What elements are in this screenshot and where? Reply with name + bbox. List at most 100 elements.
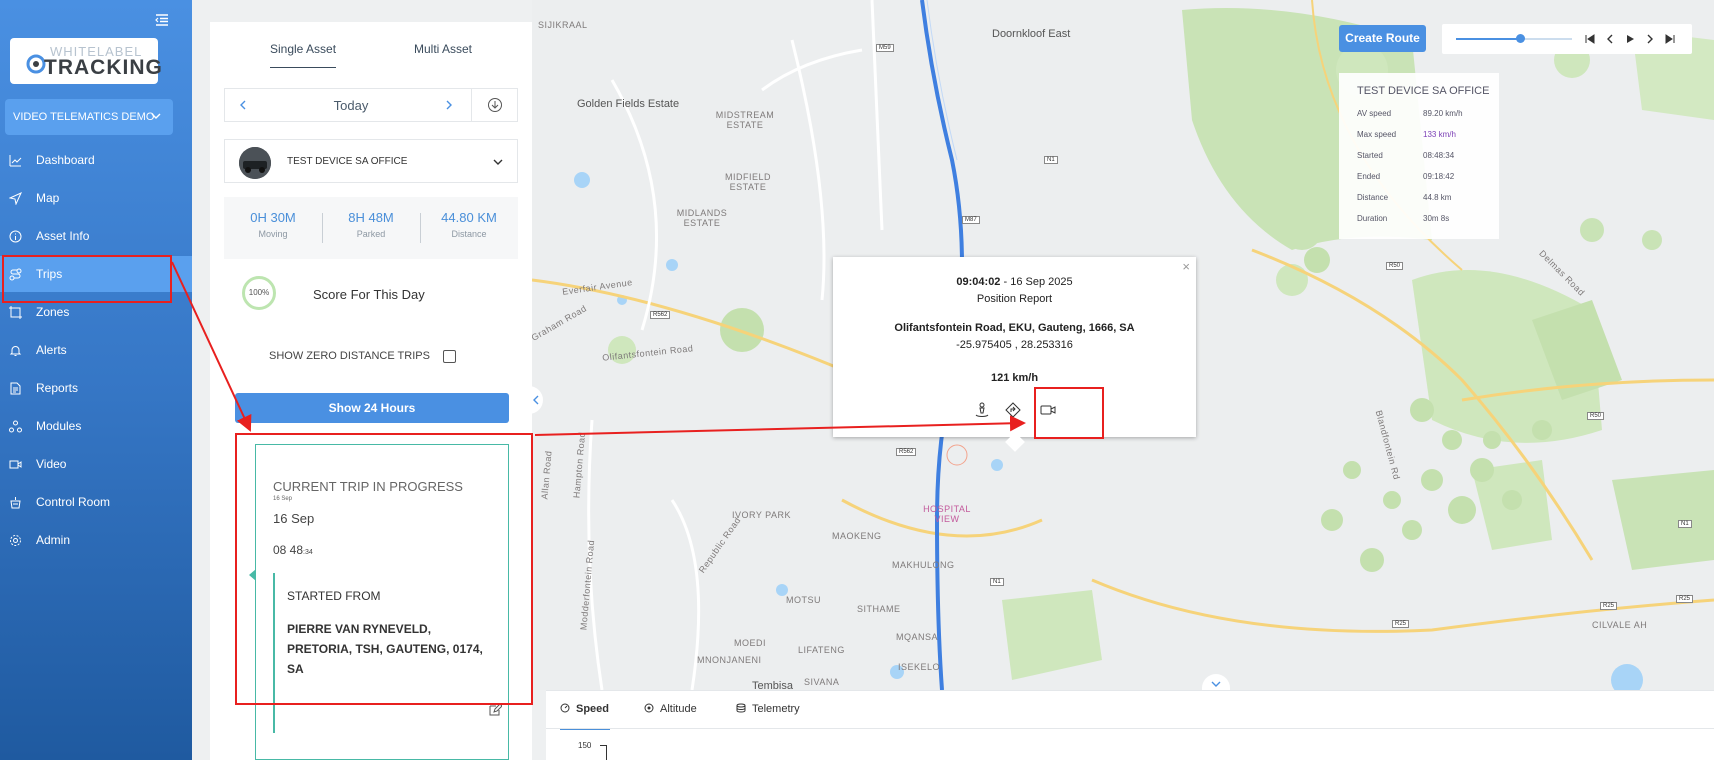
popup-coords: -25.975405 , 28.253316: [956, 339, 1073, 351]
map-label: MAKHULONG: [892, 560, 955, 570]
video-icon: [9, 460, 22, 469]
chevron-right-icon[interactable]: [443, 99, 455, 111]
map-label: MIDSTREAM ESTATE: [715, 110, 775, 130]
playback-slider-handle[interactable]: [1515, 34, 1525, 43]
map-icon: [9, 192, 22, 205]
stat-parked: 8H 48M Parked: [348, 210, 394, 239]
tab-telemetry[interactable]: Telemetry: [736, 703, 800, 715]
download-button[interactable]: [471, 89, 518, 121]
modules-icon: [9, 420, 22, 433]
chart-panel: Speed Altitude Telemetry 150: [546, 690, 1714, 760]
day-stats: 0H 30M Moving 8H 48M Parked 44.80 KM Distan…: [224, 197, 518, 259]
account-selector[interactable]: VIDEO TELEMATICS DEMO: [5, 99, 173, 135]
sidebar-item-admin[interactable]: Admin: [0, 522, 192, 558]
sidebar-item-label: Zones: [36, 305, 70, 319]
map-label: SIJIKRAAL: [538, 20, 588, 30]
sidebar-item-label: Dashboard: [36, 153, 95, 167]
bell-icon: [9, 346, 22, 356]
tab-altitude[interactable]: Altitude: [644, 703, 697, 715]
sidebar-item-video[interactable]: Video: [0, 446, 192, 482]
close-icon[interactable]: ×: [1182, 259, 1190, 274]
date-label[interactable]: Today: [225, 98, 477, 113]
map-label: ISEKELO: [898, 662, 941, 672]
sidebar-item-modules[interactable]: Modules: [0, 408, 192, 444]
logo-line2: TRACKING: [44, 56, 163, 79]
sidebar-item-map[interactable]: Map: [0, 180, 192, 216]
map-label: SITHAME: [857, 604, 901, 614]
y-axis: [606, 745, 607, 760]
trip-summary-card: TEST DEVICE SA OFFICE AV speed 89.20 km/h…: [1339, 73, 1499, 239]
stat-moving: 0H 30M Moving: [250, 210, 296, 239]
road-shield: N1: [1044, 156, 1058, 164]
directions-icon[interactable]: [1005, 402, 1021, 418]
speedometer-icon: [560, 703, 570, 713]
score-label: Score For This Day: [313, 287, 425, 302]
date-selector: Today: [224, 88, 518, 122]
show-24-hours-button[interactable]: Show 24 Hours: [235, 393, 509, 423]
zones-icon: [9, 306, 22, 319]
step-back-icon[interactable]: [1604, 33, 1616, 45]
map-label: CILVALE AH: [1592, 620, 1648, 630]
map-label: MQANSA: [896, 632, 939, 642]
road-shield: M87: [962, 216, 980, 224]
dashboard-icon: [9, 155, 22, 167]
sidebar-item-asset-info[interactable]: Asset Info: [0, 218, 192, 254]
playback-progress: [1456, 38, 1520, 40]
sidebar-item-label: Reports: [36, 381, 79, 395]
sidebar-item-label: Asset Info: [36, 229, 90, 243]
tab-single-asset[interactable]: Single Asset: [270, 42, 336, 56]
position-popup: × 09:04:02 - 16 Sep 2025 Position Report…: [833, 257, 1196, 452]
edit-icon[interactable]: [488, 703, 502, 717]
device-name: TEST DEVICE SA OFFICE: [287, 156, 408, 167]
map-label: MIDLANDS ESTATE: [676, 208, 728, 228]
step-forward-icon[interactable]: [1644, 33, 1656, 45]
logo: WHITELABEL TRACKING: [10, 38, 162, 84]
collapse-menu-icon[interactable]: [154, 12, 170, 28]
active-tab-indicator: [270, 67, 336, 68]
chevron-down-icon: [1211, 681, 1221, 687]
map-label: LIFATENG: [798, 645, 845, 655]
map-label: Doornkloof East: [992, 28, 1071, 40]
popup-type: Position Report: [976, 293, 1053, 305]
tab-speed[interactable]: Speed: [560, 703, 609, 715]
skip-end-icon[interactable]: [1664, 33, 1676, 45]
summary-title: TEST DEVICE SA OFFICE: [1357, 85, 1490, 97]
sidebar-item-alerts[interactable]: Alerts: [0, 332, 192, 368]
sidebar-item-label: Video: [36, 457, 67, 471]
chevron-down-icon: [493, 159, 503, 165]
sidebar: WHITELABEL TRACKING VIDEO TELEMATICS DEM…: [0, 0, 192, 760]
map-label: Golden Fields Estate: [577, 98, 680, 110]
road-shield: R50: [1386, 262, 1404, 270]
road-shield: R50: [1587, 412, 1605, 420]
create-route-button[interactable]: Create Route: [1339, 25, 1426, 52]
device-avatar: [239, 147, 271, 179]
road-shield: R562: [650, 311, 671, 319]
chevron-down-icon: [151, 113, 161, 119]
divider: [546, 728, 1714, 729]
skip-start-icon[interactable]: [1584, 33, 1596, 45]
info-icon: [9, 230, 22, 243]
annotation-box-trip-card: [235, 433, 533, 705]
zero-distance-checkbox[interactable]: [443, 350, 456, 363]
map-label: MOTSU: [786, 595, 821, 605]
map-label: SIVANA: [804, 677, 840, 687]
device-selector[interactable]: TEST DEVICE SA OFFICE: [224, 139, 518, 183]
map-label: MOEDI: [734, 638, 767, 648]
control-room-icon: [10, 497, 21, 509]
account-name: VIDEO TELEMATICS DEMO: [13, 111, 155, 123]
play-icon[interactable]: [1624, 33, 1636, 45]
sidebar-item-control-room[interactable]: Control Room: [0, 484, 192, 520]
sidebar-item-label: Map: [36, 191, 60, 205]
database-icon: [736, 703, 746, 713]
score-ring: 100%: [242, 276, 276, 310]
popup-address: Olifantsfontein Road, EKU, Gauteng, 1666…: [894, 322, 1135, 334]
street-view-icon[interactable]: [974, 402, 990, 418]
sidebar-item-label: Modules: [36, 419, 82, 433]
map-label: HOSPITAL VIEW: [923, 504, 971, 524]
tab-multi-asset[interactable]: Multi Asset: [414, 42, 472, 56]
sidebar-item-dashboard[interactable]: Dashboard: [0, 142, 192, 178]
road-shield: R25: [1676, 595, 1694, 603]
zero-distance-label: SHOW ZERO DISTANCE TRIPS: [269, 350, 430, 362]
download-icon: [488, 98, 502, 112]
sidebar-item-reports[interactable]: Reports: [0, 370, 192, 406]
